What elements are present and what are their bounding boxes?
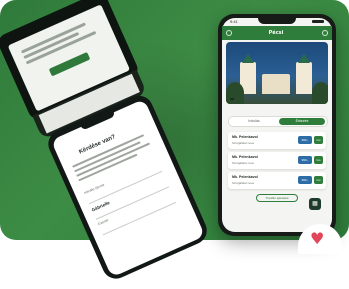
tree xyxy=(312,82,328,104)
ticket-title: Mk. Pelenkavol xyxy=(232,135,258,139)
battery-icon xyxy=(312,20,324,23)
status-bar: 9:41 xyxy=(226,19,328,25)
carousel-dots xyxy=(266,108,290,121)
tower-roof xyxy=(298,54,310,63)
ticket-card[interactable]: Mk. Pelenkavol Szolgáltató neve 990,- Go xyxy=(228,132,326,149)
ticket-go-button[interactable]: Go xyxy=(314,136,323,144)
heart-icon: ♥ xyxy=(310,229,325,248)
ticket-subtitle: Szolgáltató neve xyxy=(232,141,255,145)
ticket-price: 990,- xyxy=(298,136,312,144)
church-body xyxy=(262,74,290,94)
ticket-card[interactable]: Mk. Pelenkavol Szolgáltató neve 990,- Go xyxy=(228,172,326,189)
toggle-arrival[interactable]: Érkezés xyxy=(279,118,325,125)
ticket-subtitle: Szolgáltató neve xyxy=(232,161,255,165)
ticket-subtitle: Szolgáltató neve xyxy=(232,181,255,185)
ticket-price: 990,- xyxy=(298,176,312,184)
banner-caption xyxy=(230,98,234,100)
profile-icon[interactable] xyxy=(322,30,328,36)
tree xyxy=(226,82,244,104)
tower-right xyxy=(296,62,312,94)
status-time: 9:41 xyxy=(230,19,238,24)
ticket-card[interactable]: Mk. Pelenkavol Szolgáltató neve 990,- Go xyxy=(228,152,326,169)
app-logo: Pécsi xyxy=(268,30,284,36)
toggle-departure[interactable]: Indulás xyxy=(231,118,277,125)
ticket-go-button[interactable]: Go xyxy=(314,156,323,164)
ticket-price: 990,- xyxy=(298,156,312,164)
grid-icon[interactable]: ▦ xyxy=(309,198,321,210)
tower-roof xyxy=(242,54,254,63)
hero-banner[interactable] xyxy=(226,42,328,104)
ticket-title: Mk. Pelenkavol xyxy=(232,155,258,159)
menu-icon[interactable] xyxy=(226,30,232,36)
ticket-go-button[interactable]: Go xyxy=(314,176,323,184)
ticket-title: Mk. Pelenkavol xyxy=(232,175,258,179)
direction-toggle: Indulás Érkezés xyxy=(228,116,328,127)
more-offers-button[interactable]: További ajánlatok xyxy=(256,194,298,202)
